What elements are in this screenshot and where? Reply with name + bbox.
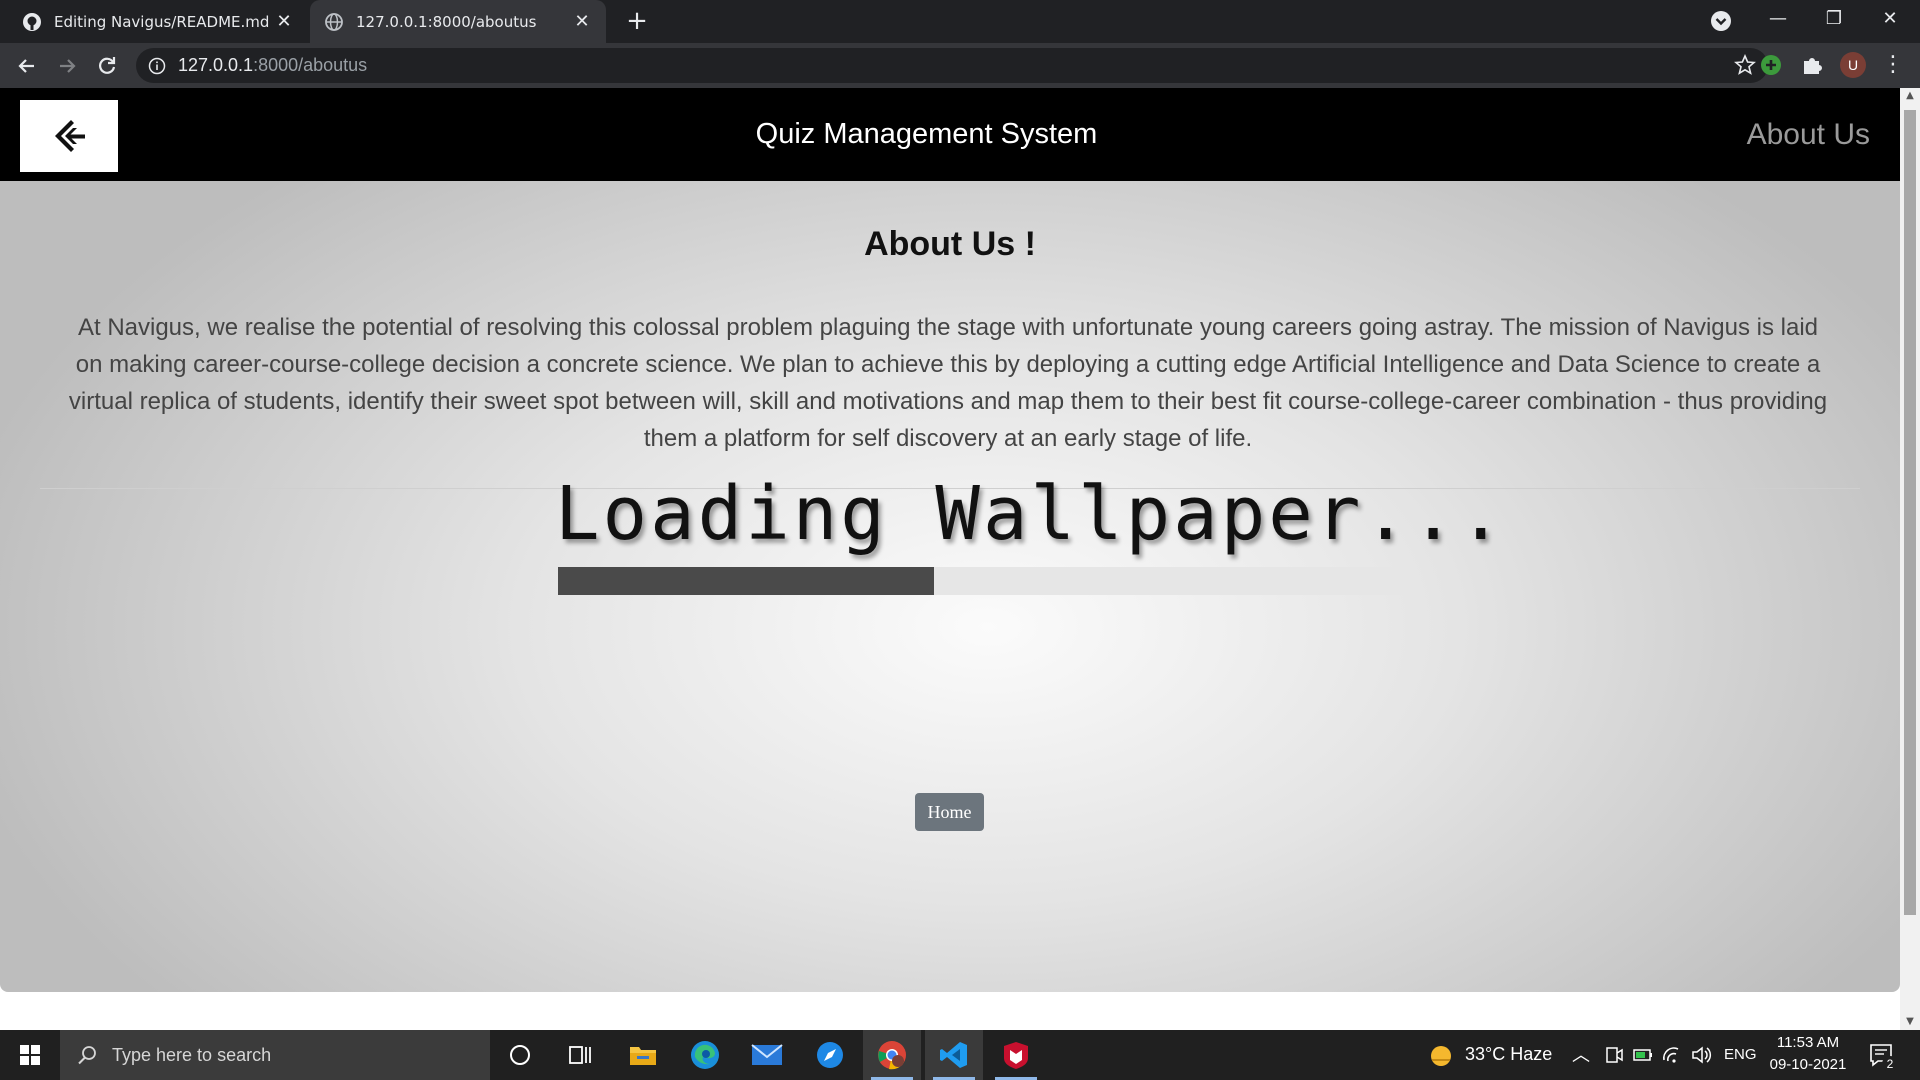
mail-icon[interactable]: [738, 1030, 796, 1080]
meet-now-icon[interactable]: [1603, 1044, 1625, 1066]
tab-github-readme[interactable]: Editing Navigus/README.md at r ✕: [8, 0, 308, 43]
close-icon[interactable]: ✕: [274, 11, 294, 32]
extension-green-icon[interactable]: [1758, 52, 1784, 78]
loading-progress-fill: [558, 567, 935, 595]
page-viewport: Quiz Management System About Us About Us…: [0, 88, 1900, 1030]
scroll-down-icon[interactable]: ▼: [1900, 1014, 1920, 1030]
restore-button[interactable]: ❐: [1806, 0, 1862, 40]
reload-icon[interactable]: [92, 51, 122, 81]
tray-overflow-chevron-icon[interactable]: ︿: [1572, 1041, 1590, 1067]
taskbar-search-box[interactable]: Type here to search: [60, 1030, 490, 1080]
language-indicator[interactable]: ENG: [1724, 1046, 1757, 1063]
home-button[interactable]: Home: [915, 793, 984, 831]
tab-title: 127.0.0.1:8000/aboutus: [356, 12, 537, 31]
clock-date[interactable]: 09-10-2021: [1766, 1056, 1850, 1073]
info-icon[interactable]: [148, 57, 166, 75]
new-tab-button[interactable]: +: [622, 6, 652, 36]
browser-menu-icon[interactable]: ⋮: [1882, 51, 1904, 81]
scroll-up-icon[interactable]: ▲: [1900, 88, 1920, 104]
scrollbar-thumb[interactable]: [1904, 110, 1916, 915]
file-explorer-icon[interactable]: [614, 1030, 672, 1080]
wifi-icon[interactable]: [1661, 1044, 1683, 1066]
windows-start-icon[interactable]: [0, 1030, 60, 1080]
browser-toolbar: 127.0.0.1:8000/aboutus U ⋮: [0, 43, 1920, 88]
loading-progress-bar: [558, 567, 1403, 595]
about-paragraph: At Navigus, we realise the potential of …: [68, 314, 1828, 452]
task-view-icon[interactable]: [551, 1030, 609, 1080]
site-title: Quiz Management System: [755, 118, 1098, 150]
page-heading: About Us !: [864, 225, 1036, 263]
forward-arrow-icon[interactable]: [52, 51, 82, 81]
page-body: About Us ! At Navigus, we realise the po…: [0, 181, 1900, 992]
close-icon[interactable]: ✕: [572, 11, 592, 32]
address-bar[interactable]: 127.0.0.1:8000/aboutus: [136, 48, 1768, 83]
back-arrow-icon[interactable]: [12, 51, 42, 81]
url-path: :8000/aboutus: [253, 55, 368, 75]
site-navbar: Quiz Management System About Us: [0, 88, 1900, 181]
loading-wallpaper-text: Loading Wallpaper...: [555, 471, 1507, 557]
url-text: 127.0.0.1:8000/aboutus: [178, 55, 367, 76]
weather-sun-icon[interactable]: [1428, 1043, 1454, 1069]
chrome-icon[interactable]: [863, 1030, 921, 1080]
url-host: 127.0.0.1: [178, 55, 254, 75]
tab-title: Editing Navigus/README.md at r: [54, 12, 274, 31]
windows-taskbar: Type here to search 33°C Haze ︿ ENG 11:5…: [0, 1030, 1920, 1080]
cortana-icon[interactable]: [491, 1030, 549, 1080]
battery-icon[interactable]: [1632, 1044, 1654, 1066]
edge-icon[interactable]: [676, 1030, 734, 1080]
clock-time[interactable]: 11:53 AM: [1768, 1034, 1848, 1051]
page-scrollbar[interactable]: ▲ ▼: [1900, 88, 1920, 1030]
github-icon: [23, 12, 41, 31]
tab-aboutus[interactable]: 127.0.0.1:8000/aboutus ✕: [310, 0, 606, 43]
browser-tab-strip: Editing Navigus/README.md at r ✕ 127.0.0…: [0, 0, 1920, 43]
tab-search-icon[interactable]: [1710, 10, 1732, 32]
nav-link-about-us[interactable]: About Us: [1747, 88, 1870, 181]
extensions-puzzle-icon[interactable]: [1799, 52, 1825, 78]
globe-icon: [325, 12, 343, 31]
notification-count-badge: 2: [1882, 1056, 1898, 1072]
mcafee-icon[interactable]: [987, 1030, 1045, 1080]
close-window-button[interactable]: ✕: [1862, 0, 1918, 40]
search-placeholder: Type here to search: [112, 1044, 272, 1065]
vscode-icon[interactable]: [925, 1030, 983, 1080]
minimize-button[interactable]: —: [1750, 0, 1806, 40]
bookmark-star-icon[interactable]: [1734, 54, 1756, 76]
volume-icon[interactable]: [1690, 1044, 1712, 1066]
profile-avatar[interactable]: U: [1840, 52, 1866, 78]
weather-text[interactable]: 33°C Haze: [1465, 1044, 1552, 1065]
search-icon: [78, 1046, 96, 1065]
safari-like-icon[interactable]: [801, 1030, 859, 1080]
